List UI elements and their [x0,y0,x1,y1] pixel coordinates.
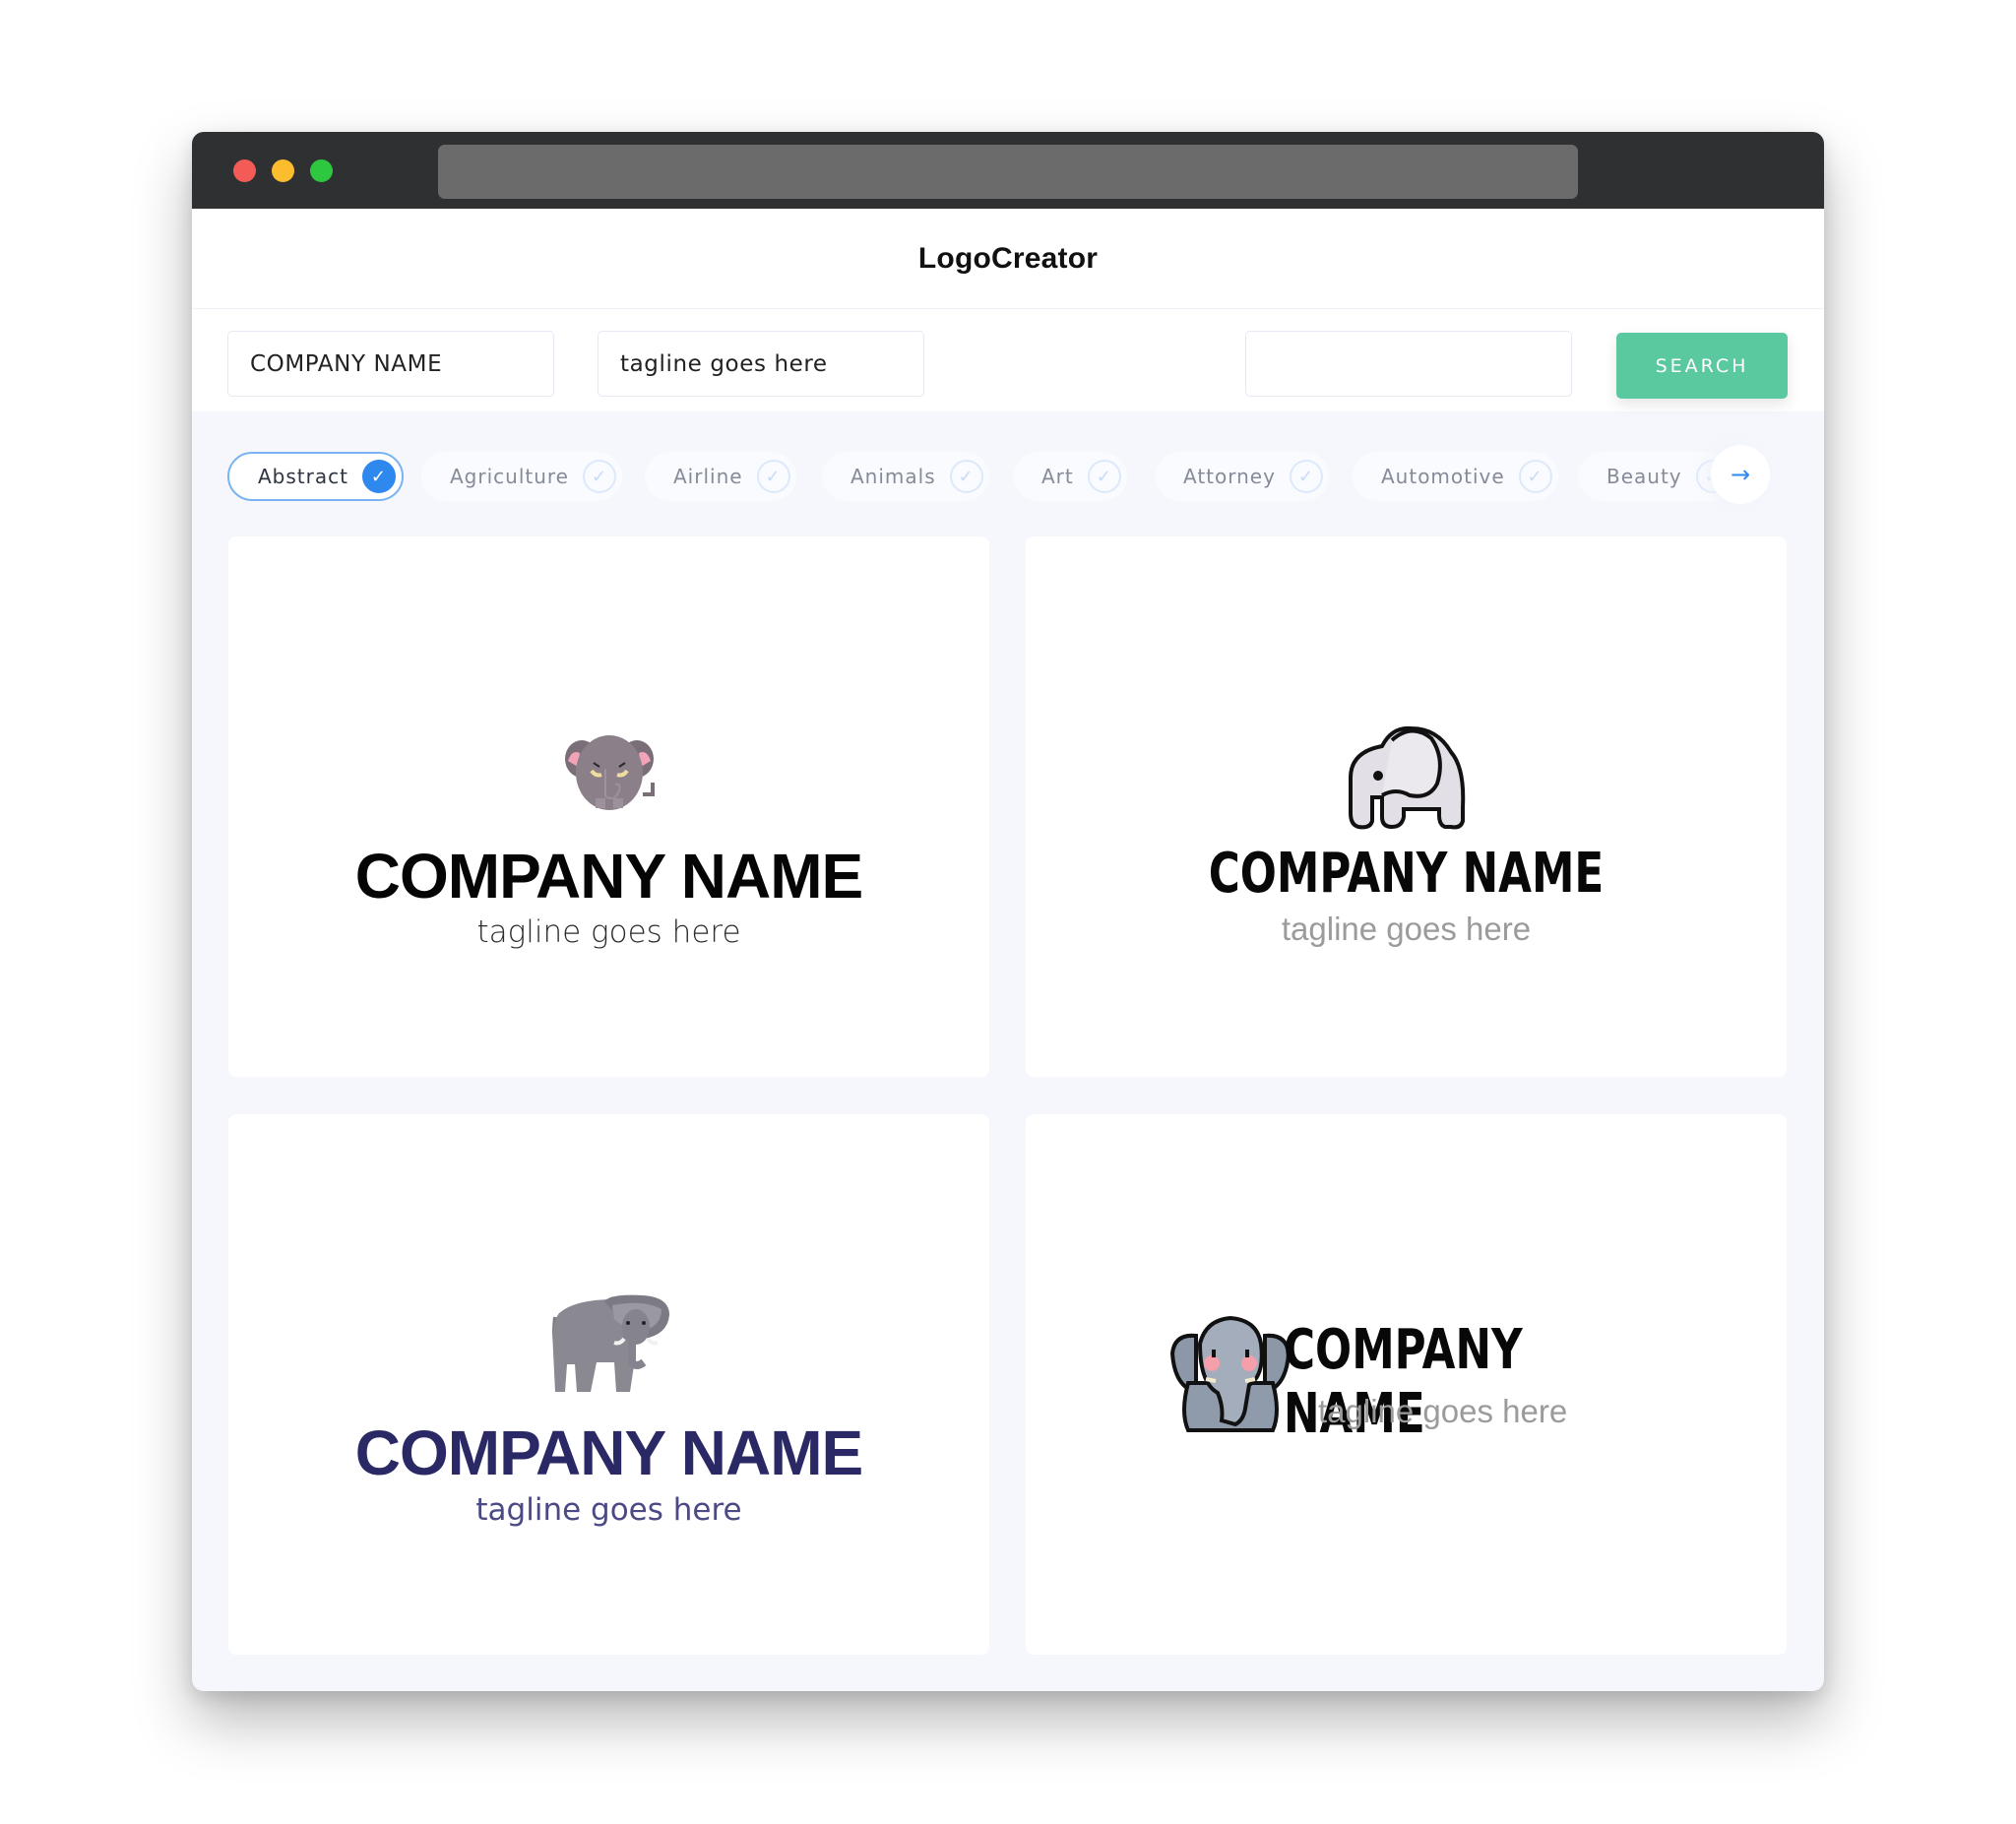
keyword-input[interactable] [1245,331,1572,397]
category-label: Agriculture [450,465,569,488]
logo-card[interactable]: COMPANY NAME tagline goes here [1026,1114,1787,1655]
arrow-right-icon: → [1730,461,1751,488]
check-icon: ✓ [361,460,396,493]
round-elephant-icon [565,735,655,810]
search-form: COMPANY NAME tagline goes here SEARCH [192,309,1824,411]
category-label: Airline [673,465,743,488]
brand-logo[interactable]: LogoCreator [918,242,1098,276]
category-chip-art[interactable]: Art ✓ [1013,452,1127,501]
company-name-text: COMPANY NAME [354,841,863,912]
maximize-window-button[interactable] [310,159,333,182]
category-label: Attorney [1183,465,1276,488]
minimize-window-button[interactable] [272,159,294,182]
check-icon: ✓ [1518,460,1552,493]
company-name-text: COMPANY NAME [1208,842,1605,906]
check-icon: ✓ [1289,460,1323,493]
category-chip-airline[interactable]: Airline ✓ [645,452,796,501]
check-icon: ✓ [1087,460,1121,493]
category-label: Beauty [1606,465,1682,488]
category-chip-animals[interactable]: Animals ✓ [822,452,989,501]
category-label: Art [1041,465,1074,488]
standing-elephant-icon [552,1294,669,1392]
tagline-text: tagline goes here [1318,1393,1568,1429]
company-name-text: COMPANY NAME [354,1417,863,1488]
check-icon: ✓ [583,460,616,493]
category-label: Automotive [1381,465,1505,488]
category-chip-attorney[interactable]: Attorney ✓ [1155,452,1329,501]
search-button[interactable]: SEARCH [1616,333,1788,399]
title-bar [192,132,1824,209]
tagline-text: tagline goes here [1281,911,1532,947]
close-window-button[interactable] [233,159,256,182]
company-name-input[interactable]: COMPANY NAME [227,331,554,397]
logo-card[interactable]: COMPANY NAME tagline goes here [228,1114,989,1655]
sitting-elephant-icon [1169,1315,1292,1432]
category-chip-automotive[interactable]: Automotive ✓ [1353,452,1558,501]
logo-card[interactable]: COMPANY NAME tagline goes here [1026,536,1787,1077]
site-header: LogoCreator [192,209,1824,309]
category-filter-bar: Abstract ✓ Agriculture ✓ Airline ✓ Anima… [227,450,1793,511]
category-label: Abstract [258,465,348,488]
category-chip-abstract[interactable]: Abstract ✓ [227,452,404,501]
logo-card[interactable]: COMPANY NAME tagline goes here [228,536,989,1077]
tagline-text: tagline goes here [476,914,741,950]
address-bar[interactable] [438,145,1578,199]
next-categories-button[interactable]: → [1711,445,1770,504]
tagline-input[interactable]: tagline goes here [598,331,924,397]
browser-window: LogoCreator COMPANY NAME tagline goes he… [192,132,1824,1691]
check-icon: ✓ [756,460,790,493]
tagline-text: tagline goes here [475,1492,742,1528]
category-chip-agriculture[interactable]: Agriculture ✓ [421,452,622,501]
category-label: Animals [850,465,936,488]
check-icon: ✓ [949,460,983,493]
outline-baby-elephant-icon [1349,725,1466,830]
